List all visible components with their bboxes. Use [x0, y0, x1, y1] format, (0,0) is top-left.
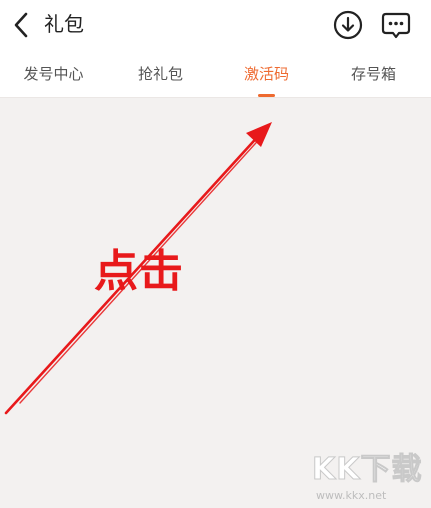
message-button[interactable] — [380, 9, 412, 41]
tab-cunhao-box[interactable]: 存号箱 — [320, 50, 427, 98]
download-button[interactable] — [332, 9, 364, 41]
app-header: 礼包 — [0, 0, 431, 50]
content-area — [0, 98, 431, 508]
back-button[interactable] — [8, 8, 38, 42]
annotation-click-label: 点击 — [94, 246, 184, 297]
page-title: 礼包 — [44, 12, 84, 36]
download-circle-icon — [333, 10, 363, 40]
tab-qiang-libao[interactable]: 抢礼包 — [107, 50, 214, 98]
chat-bubble-icon — [381, 12, 411, 39]
chevron-left-icon — [14, 12, 28, 38]
active-tab-indicator — [258, 94, 275, 97]
watermark: KK下载 www.kkx.net — [312, 452, 428, 506]
watermark-url: www.kkx.net — [316, 489, 387, 502]
watermark-logo: KK下载 — [312, 452, 423, 488]
tab-fahao-center[interactable]: 发号中心 — [0, 50, 107, 98]
tab-bar: 发号中心 抢礼包 激活码 存号箱 — [0, 50, 431, 98]
tab-activation-code[interactable]: 激活码 — [213, 50, 320, 98]
